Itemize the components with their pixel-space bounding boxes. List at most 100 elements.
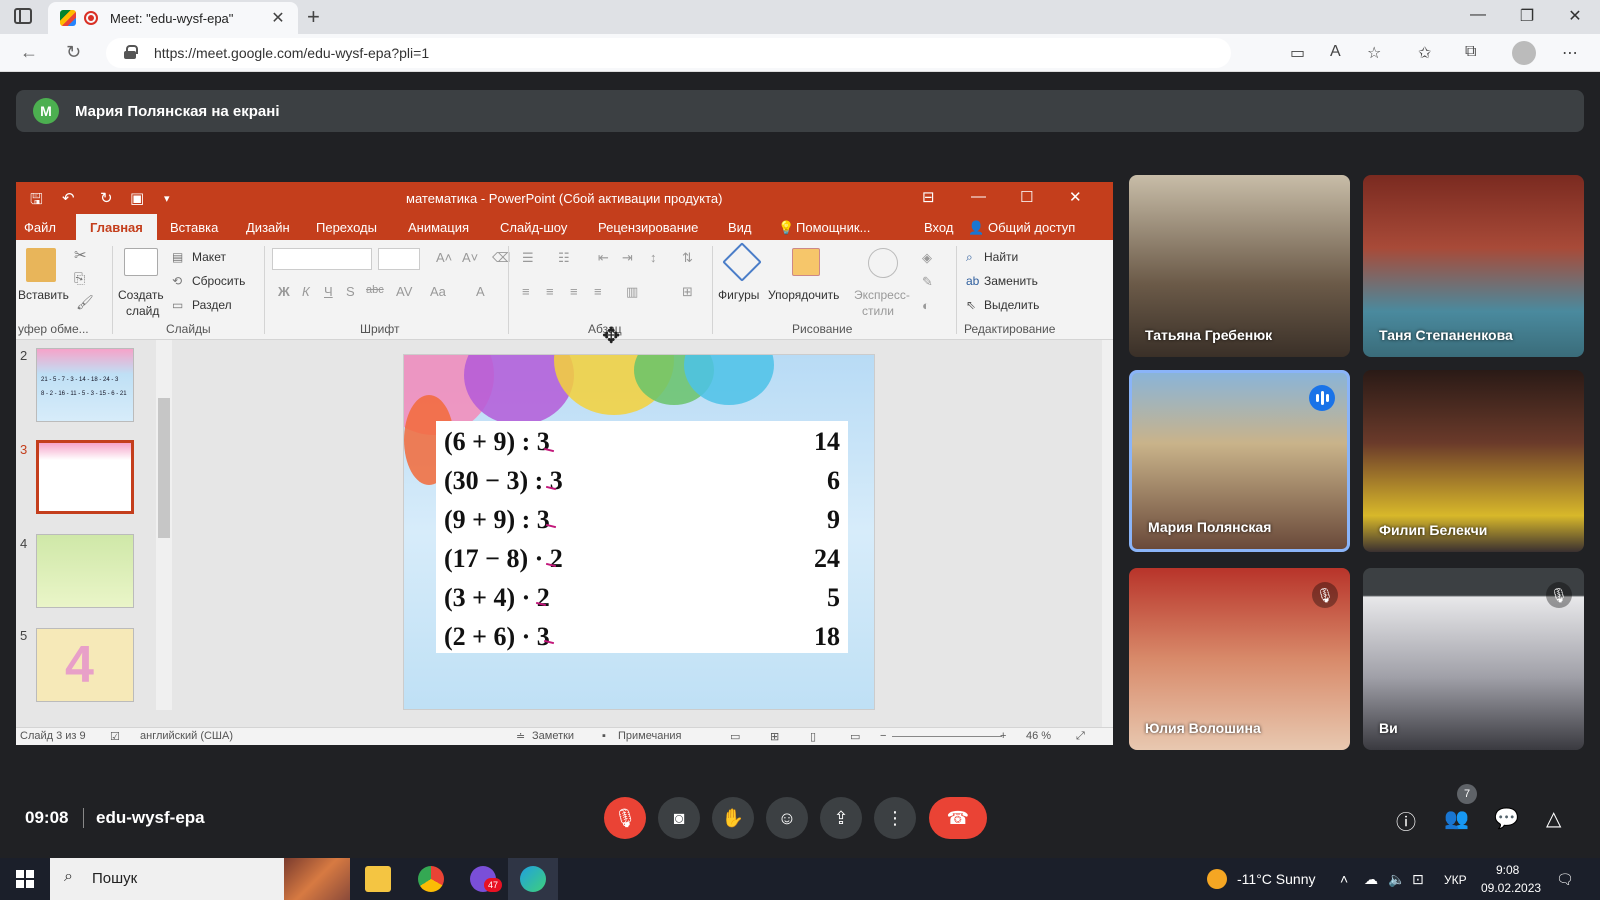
fit-slide-icon: ⤢ <box>1076 730 1085 742</box>
section-icon: ▭ <box>172 298 184 312</box>
present-screen-button[interactable]: ⇪ <box>820 797 862 839</box>
tab-actions-icon[interactable] <box>14 8 32 24</box>
notes-icon: ≐ <box>516 731 526 743</box>
slideshow-start-icon: ▣ <box>130 190 145 207</box>
mic-muted-button[interactable]: 🎙 <box>604 797 646 839</box>
network-icon[interactable]: ⊡ <box>1412 871 1424 888</box>
read-aloud-icon[interactable]: A <box>1330 43 1341 61</box>
ppt-ribbon: Вставить ✂ ⎘ 🖌 уфер обме... Создать слай… <box>16 240 1113 340</box>
reactions-button[interactable]: ☺ <box>766 797 808 839</box>
participant-tile[interactable]: Филип Белекчи <box>1363 370 1584 552</box>
font-size-input <box>378 248 420 270</box>
input-language[interactable]: УКР <box>1444 873 1467 887</box>
quick-styles-icon <box>868 248 898 278</box>
expression-row-5: (3 + 4) · 2 <box>444 583 550 612</box>
meeting-info-icon[interactable]: ⓘ <box>1396 806 1416 835</box>
align-right-icon: ≡ <box>570 284 578 299</box>
weather-text[interactable]: -11°C Sunny <box>1237 871 1316 887</box>
taskbar-search[interactable]: ⌕ Пошук <box>50 858 350 900</box>
participant-tile[interactable]: 🎙 Ви <box>1363 568 1584 750</box>
close-tab-icon[interactable]: ✕ <box>268 8 288 28</box>
tray-expand-icon[interactable]: ˄ <box>1340 871 1348 887</box>
lock-icon[interactable] <box>124 45 138 59</box>
chat-icon[interactable]: 💬 <box>1494 806 1519 831</box>
quick-styles-label-2: стили <box>862 304 894 318</box>
char-spacing-icon: AV <box>396 284 413 299</box>
new-tab-icon[interactable]: + <box>307 4 320 30</box>
columns-icon: ▥ <box>626 284 639 299</box>
reload-icon[interactable]: ↻ <box>66 42 81 63</box>
network-alert-icon[interactable]: ☁ <box>1364 871 1378 888</box>
ribbon-separator <box>956 246 957 334</box>
tray-time[interactable]: 9:08 <box>1496 863 1519 877</box>
back-icon[interactable]: ← <box>20 42 38 63</box>
menu-view: Вид <box>728 220 752 235</box>
menu-file: Файл <box>24 220 56 235</box>
presenting-banner: M Мария Полянская на екрані <box>16 90 1584 132</box>
text-direction-icon: ⇅ <box>682 250 693 265</box>
participant-name: Юлия Волошина <box>1145 720 1261 736</box>
participant-tile[interactable]: 🎙 Юлия Волошина <box>1129 568 1350 750</box>
expression-row-3: (9 + 9) : 3 <box>444 505 550 534</box>
ppt-minimize-icon: — <box>971 188 986 205</box>
url-text[interactable]: https://meet.google.com/edu-wysf-epa?pli… <box>154 45 429 61</box>
end-call-button[interactable]: ☎ <box>929 797 987 839</box>
profile-avatar[interactable] <box>1512 41 1536 65</box>
undo-icon: ↶ <box>62 190 75 207</box>
menu-signin: Вход <box>924 220 954 235</box>
reading-view-icon: ▯ <box>810 731 817 743</box>
section-label: Раздел <box>192 298 232 312</box>
find-icon: ⌕ <box>966 250 973 264</box>
browser-tab-meet[interactable]: Meet: "edu-wysf-epa" ✕ <box>48 2 298 34</box>
raise-hand-button[interactable]: ✋ <box>712 797 754 839</box>
volume-icon[interactable]: 🔈 <box>1388 871 1405 888</box>
comments-button: Примечания <box>618 730 682 742</box>
zoom-level: 46 % <box>1026 730 1052 742</box>
favorite-add-icon[interactable]: ☆ <box>1367 43 1381 63</box>
search-icon: ⌕ <box>64 868 73 885</box>
viber-icon[interactable]: 47 <box>470 866 502 892</box>
new-slide-icon <box>124 248 158 276</box>
activities-icon[interactable]: △ <box>1546 806 1561 831</box>
answer-row-2: 6 <box>827 466 840 495</box>
favorites-icon[interactable]: ✩ <box>1418 43 1431 63</box>
format-painter-icon: 🖌 <box>76 294 94 310</box>
lightbulb-icon: 💡 <box>778 220 795 235</box>
new-slide-label-1: Создать <box>118 288 164 302</box>
omnibox[interactable]: https://meet.google.com/edu-wysf-epa?pli… <box>106 38 1231 68</box>
replace-label: Заменить <box>984 274 1038 288</box>
camera-button[interactable]: ◙ <box>658 797 700 839</box>
decrease-indent-icon: ⇤ <box>598 250 609 265</box>
recording-icon <box>84 11 98 25</box>
camera-indicator-icon[interactable]: ▭ <box>1290 43 1305 63</box>
thumbnails-scroll-thumb <box>158 398 170 538</box>
notifications-icon[interactable]: 🗨 <box>1556 871 1574 888</box>
more-options-button[interactable]: ⋮ <box>874 797 916 839</box>
thumb-number: 5 <box>20 628 28 643</box>
maximize-window-icon[interactable]: ❐ <box>1512 6 1542 26</box>
ppt-status-bar: Слайд 3 из 9 ☑ английский (США) ≐ Заметк… <box>16 727 1113 745</box>
windows-start-icon[interactable] <box>16 870 34 888</box>
shape-outline-icon: ✎ <box>922 274 933 289</box>
people-icon[interactable]: 👥 <box>1444 806 1469 831</box>
meeting-code: edu-wysf-epa <box>96 808 205 827</box>
participant-tile[interactable]: Таня Степаненкова <box>1363 175 1584 357</box>
slideshow-view-icon: ▭ <box>850 731 861 743</box>
tray-date[interactable]: 09.02.2023 <box>1481 881 1541 895</box>
chrome-icon[interactable] <box>418 866 444 892</box>
participant-tile[interactable]: Татьяна Гребенюк <box>1129 175 1350 357</box>
collections-icon[interactable]: ⧉ <box>1465 43 1476 61</box>
ribbon-separator <box>112 246 113 334</box>
edge-icon[interactable] <box>520 866 546 892</box>
slide-counter: Слайд 3 из 9 <box>20 730 86 742</box>
thumb2-line-1: 21 - 5 - 7 - 3 - 14 - 18 - 24 - 3 <box>41 377 119 383</box>
participant-tile-speaking[interactable]: Мария Полянская <box>1129 370 1350 552</box>
file-explorer-icon[interactable] <box>365 866 391 892</box>
close-window-icon[interactable]: ✕ <box>1560 6 1590 26</box>
minimize-window-icon[interactable]: — <box>1463 6 1493 24</box>
more-menu-icon[interactable]: ⋯ <box>1562 43 1578 63</box>
meet-favicon-icon <box>60 10 76 26</box>
thumbnails-scrollbar <box>156 340 172 710</box>
answer-row-5: 5 <box>827 583 840 612</box>
strikethrough-icon: abc <box>366 284 384 296</box>
